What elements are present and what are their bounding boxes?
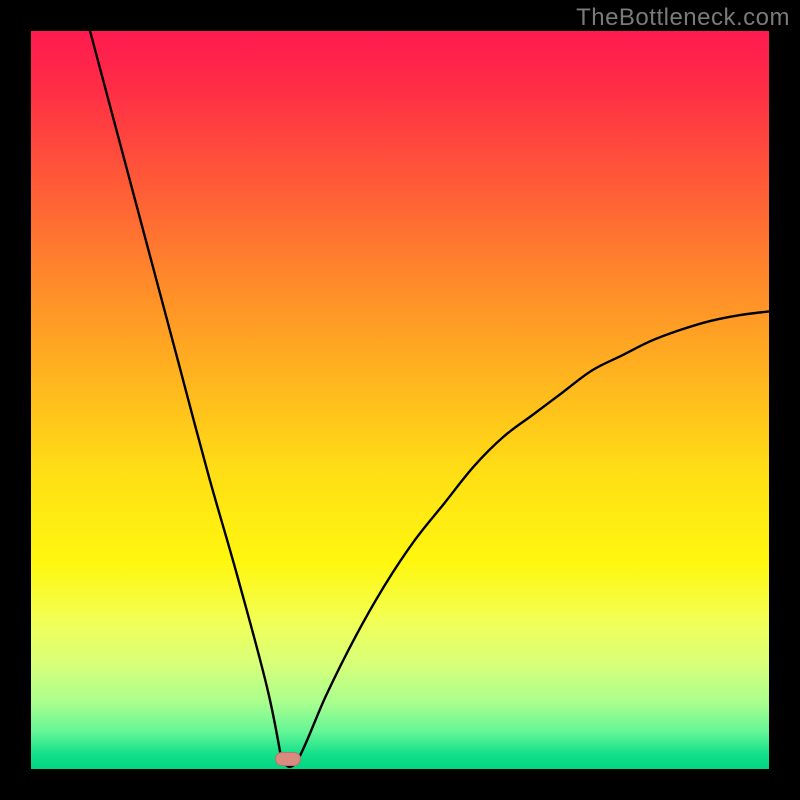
- optimal-point-marker: [275, 752, 301, 766]
- chart-plot-area: [31, 31, 769, 769]
- chart-stage: TheBottleneck.com: [0, 0, 800, 800]
- bottleneck-curve: [31, 31, 769, 769]
- watermark-text: TheBottleneck.com: [576, 4, 790, 32]
